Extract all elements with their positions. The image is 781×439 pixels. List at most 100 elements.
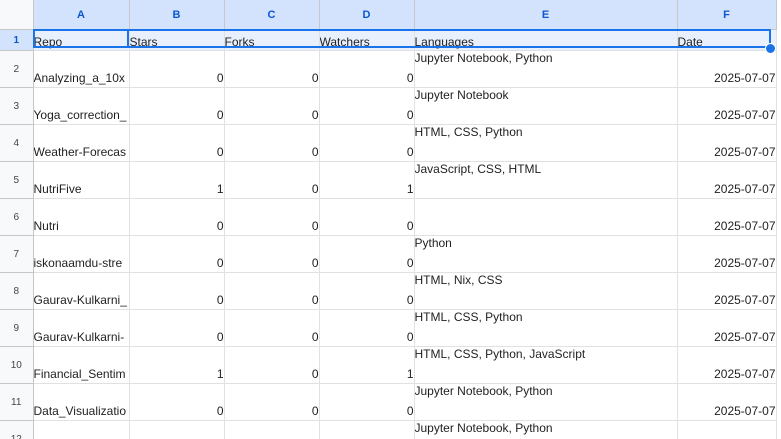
cell-forks[interactable]: 0 xyxy=(224,346,320,384)
column-header-a[interactable]: A xyxy=(33,0,130,30)
cell-languages[interactable]: HTML, Nix, CSS xyxy=(414,272,678,310)
cell-languages[interactable]: Jupyter Notebook, Python xyxy=(414,420,678,439)
cell-watchers[interactable]: 0 xyxy=(319,124,415,162)
header-cell-repo[interactable]: Repo xyxy=(33,29,130,51)
cell-stars[interactable]: 0 xyxy=(129,198,225,236)
cell-forks[interactable]: 0 xyxy=(224,309,320,347)
header-cell-watchers[interactable]: Watchers xyxy=(319,29,415,51)
cell-watchers[interactable]: 0 xyxy=(319,383,415,421)
cell-languages[interactable]: HTML, CSS, Python, JavaScript xyxy=(414,346,678,384)
cell-watchers[interactable]: 0 xyxy=(319,309,415,347)
cell-repo[interactable]: Data_Visualizatio xyxy=(33,383,130,421)
cell-forks[interactable]: 0 xyxy=(224,161,320,199)
cell-stars[interactable]: 1 xyxy=(129,346,225,384)
cell-repo[interactable]: Nutri xyxy=(33,198,130,236)
cell-watchers[interactable]: 0 xyxy=(319,87,415,125)
cell-forks[interactable]: 0 xyxy=(224,420,320,439)
cell-date[interactable]: 2025-07-07 xyxy=(677,346,777,384)
column-header-c[interactable]: C xyxy=(224,0,320,30)
cell-stars[interactable]: 0 xyxy=(129,272,225,310)
row-header[interactable]: 4 xyxy=(0,124,34,162)
cell-stars[interactable]: 0 xyxy=(129,383,225,421)
row-header[interactable]: 9 xyxy=(0,309,34,347)
cell-stars[interactable]: 0 xyxy=(129,50,225,88)
cell-stars[interactable]: 0 xyxy=(129,235,225,273)
cell-forks[interactable]: 0 xyxy=(224,87,320,125)
cell-stars[interactable]: 0 xyxy=(129,124,225,162)
cell-forks[interactable]: 0 xyxy=(224,272,320,310)
header-cell-forks[interactable]: Forks xyxy=(224,29,320,51)
cell-date[interactable]: 2025-07-07 xyxy=(677,383,777,421)
column-header-e[interactable]: E xyxy=(414,0,678,30)
cell-date[interactable]: 2025-07-07 xyxy=(677,420,777,439)
cell-stars[interactable]: 1 xyxy=(129,161,225,199)
row-header[interactable]: 7 xyxy=(0,235,34,273)
table-row: 3 Yoga_correction_ 0 0 0 Jupyter Notebook 2025… xyxy=(0,87,777,125)
cell-forks[interactable]: 0 xyxy=(224,383,320,421)
cell-repo[interactable]: Weather-Forecas xyxy=(33,124,130,162)
cell-forks[interactable]: 0 xyxy=(224,235,320,273)
cell-forks[interactable]: 0 xyxy=(224,198,320,236)
cell-languages[interactable]: Jupyter Notebook, Python xyxy=(414,383,678,421)
cell-watchers[interactable]: 0 xyxy=(319,198,415,236)
cell-watchers[interactable]: 0 xyxy=(319,235,415,273)
row-header[interactable]: 1 xyxy=(0,29,34,51)
cell-date[interactable]: 2025-07-07 xyxy=(677,272,777,310)
cell-languages[interactable]: Jupyter Notebook, Python xyxy=(414,50,678,88)
cell-languages[interactable]: Python xyxy=(414,235,678,273)
column-header-d[interactable]: D xyxy=(319,0,415,30)
select-all-corner[interactable] xyxy=(0,0,34,30)
row-header[interactable]: 10 xyxy=(0,346,34,384)
cell-date[interactable]: 2025-07-07 xyxy=(677,87,777,125)
cell-forks[interactable]: 0 xyxy=(224,50,320,88)
table-row: 1 Repo Stars Forks Watchers Languages Da… xyxy=(0,29,777,51)
row-header[interactable]: 5 xyxy=(0,161,34,199)
header-cell-languages[interactable]: Languages xyxy=(414,29,678,51)
cell-watchers[interactable]: 1 xyxy=(319,161,415,199)
row-header[interactable]: 6 xyxy=(0,198,34,236)
column-header-f[interactable]: F xyxy=(677,0,777,30)
fill-handle[interactable] xyxy=(765,43,776,54)
cell-watchers[interactable]: 0 xyxy=(319,420,415,439)
cell-repo[interactable]: Financial_Sentim xyxy=(33,346,130,384)
cell-repo[interactable]: Gaurav-Kulkarni- xyxy=(33,309,130,347)
cell-date[interactable]: 2025-07-07 xyxy=(677,50,777,88)
cell-stars[interactable]: 0 xyxy=(129,420,225,439)
cell-languages[interactable]: JavaScript, CSS, HTML xyxy=(414,161,678,199)
cell-repo[interactable]: Gaurav-Kulkarni_ xyxy=(33,272,130,310)
cell-date[interactable]: 2025-07-07 xyxy=(677,198,777,236)
cell-text: 2025-07-07 xyxy=(714,145,776,159)
cell-watchers[interactable]: 0 xyxy=(319,50,415,88)
cell-languages[interactable]: HTML, CSS, Python xyxy=(414,124,678,162)
cell-languages[interactable]: HTML, CSS, Python xyxy=(414,309,678,347)
cell-stars[interactable]: 0 xyxy=(129,309,225,347)
cell-text: 0 xyxy=(311,219,319,233)
row-header[interactable]: 12 xyxy=(0,420,34,439)
cell-stars[interactable]: 0 xyxy=(129,87,225,125)
row-header[interactable]: 2 xyxy=(0,50,34,88)
cell-date[interactable]: 2025-07-07 xyxy=(677,161,777,199)
cell-repo[interactable]: iskonaamdu-stre xyxy=(33,235,130,273)
row-header[interactable]: 11 xyxy=(0,383,34,421)
cell-languages[interactable]: Jupyter Notebook xyxy=(414,87,678,125)
cell-date[interactable]: 2025-07-07 xyxy=(677,235,777,273)
cell-date[interactable]: 2025-07-07 xyxy=(677,309,777,347)
cell-text: Jupyter Notebook xyxy=(414,88,509,102)
cell-text: Python xyxy=(414,236,452,250)
cell-repo[interactable]: NutriFive xyxy=(33,161,130,199)
header-cell-date[interactable]: Date xyxy=(677,29,777,51)
header-cell-stars[interactable]: Stars xyxy=(129,29,225,51)
cell-watchers[interactable]: 1 xyxy=(319,346,415,384)
cell-repo[interactable]: Analyzing_a_10x xyxy=(33,420,130,439)
cell-forks[interactable]: 0 xyxy=(224,124,320,162)
cell-date[interactable]: 2025-07-07 xyxy=(677,124,777,162)
cell-text: Repo xyxy=(33,35,63,49)
row-header[interactable]: 8 xyxy=(0,272,34,310)
cell-watchers[interactable]: 0 xyxy=(319,272,415,310)
cell-repo[interactable]: Analyzing_a_10x xyxy=(33,50,130,88)
cell-repo[interactable]: Yoga_correction_ xyxy=(33,87,130,125)
cell-languages[interactable] xyxy=(414,198,678,236)
column-header-b[interactable]: B xyxy=(129,0,225,30)
cell-text: Gaurav-Kulkarni_ xyxy=(33,293,127,307)
row-header[interactable]: 3 xyxy=(0,87,34,125)
